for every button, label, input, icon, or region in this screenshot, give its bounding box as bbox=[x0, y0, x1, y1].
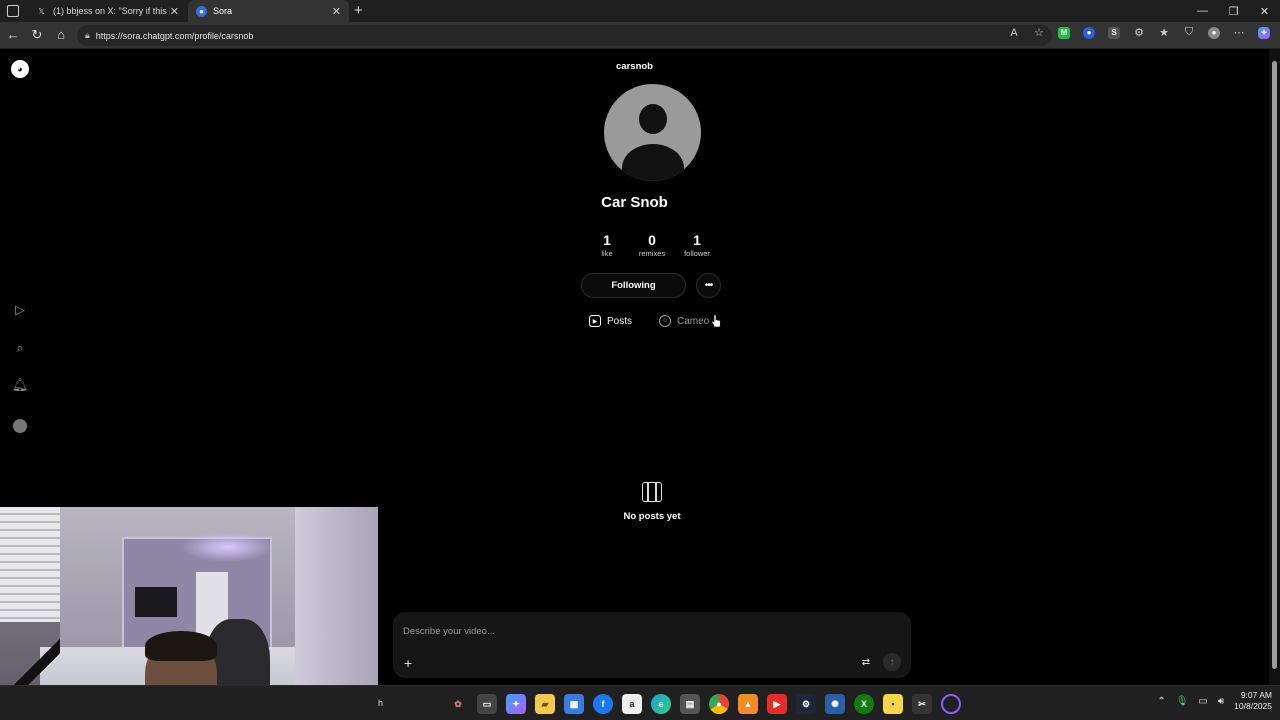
extension-s-icon[interactable]: S bbox=[1108, 26, 1120, 39]
screen: 𝕏 (1) bbjess on X: "Sorry if this is ou … bbox=[0, 0, 1280, 720]
stat-value: 1 bbox=[693, 232, 701, 248]
tab-x-post[interactable]: 𝕏 (1) bbjess on X: "Sorry if this is ou … bbox=[28, 0, 187, 22]
favorite-star-icon[interactable]: ☆ bbox=[1033, 27, 1045, 39]
settings-sliders-icon[interactable]: ⇄ bbox=[858, 654, 874, 670]
home-icon[interactable]: ⌂ bbox=[52, 27, 70, 42]
stat-label: follower bbox=[684, 249, 710, 258]
restore-icon[interactable]: ❐ bbox=[1218, 0, 1249, 22]
url-field[interactable]: 🔒︎ https://sora.chatgpt.com/profile/cars… bbox=[77, 25, 1052, 46]
vlc-icon[interactable]: ▲ bbox=[738, 694, 758, 714]
copilot-taskbar-icon[interactable]: ✦ bbox=[506, 694, 526, 714]
stat-remixes: 0 remixes bbox=[632, 232, 672, 258]
edge-icon[interactable]: e bbox=[651, 694, 671, 714]
add-media-button[interactable]: + bbox=[404, 655, 412, 671]
app-blue-icon[interactable]: ✺ bbox=[825, 694, 845, 714]
sticky-notes-icon[interactable]: ▪ bbox=[883, 694, 903, 714]
stat-value: 0 bbox=[648, 232, 656, 248]
feed-icon[interactable]: ▷ bbox=[12, 302, 28, 318]
sora-icon: ● bbox=[196, 5, 207, 17]
extensions-icon[interactable]: ⚙ bbox=[1133, 27, 1145, 39]
back-icon[interactable]: ← bbox=[4, 27, 22, 42]
file-explorer-icon[interactable]: ▰ bbox=[535, 694, 555, 714]
close-tab-icon[interactable]: ✕ bbox=[170, 5, 179, 18]
system-tray: ⌃ 🎙︎ ▭ 🔊︎ 9:07 AM 10/8/2025 bbox=[1157, 690, 1272, 712]
task-view-icon[interactable]: ▭ bbox=[477, 694, 497, 714]
address-bar-row: ← ↻ ⌂ 🔒︎ https://sora.chatgpt.com/profil… bbox=[0, 22, 1280, 49]
microphone-icon[interactable]: 🎙︎ bbox=[1176, 696, 1189, 707]
clock[interactable]: 9:07 AM 10/8/2025 bbox=[1234, 690, 1272, 712]
film-icon bbox=[642, 482, 662, 502]
profile-display-name: Car Snob bbox=[601, 194, 668, 211]
url-text: https://sora.chatgpt.com/profile/carsnob bbox=[95, 30, 254, 41]
xbox-icon[interactable]: X bbox=[854, 694, 874, 714]
prompt-input[interactable] bbox=[403, 622, 843, 640]
browser-tab-strip: 𝕏 (1) bbjess on X: "Sorry if this is ou … bbox=[0, 0, 1280, 22]
minimize-icon[interactable]: — bbox=[1187, 0, 1218, 22]
close-tab-icon[interactable]: ✕ bbox=[332, 5, 341, 18]
user-avatar-icon[interactable] bbox=[12, 418, 28, 434]
profile-avatar bbox=[604, 84, 701, 181]
more-options-button[interactable]: ••• bbox=[696, 273, 721, 298]
hand-cursor-icon bbox=[711, 314, 721, 328]
video-prompt-composer: + ⇄ ↑ bbox=[393, 612, 911, 678]
taskbar-search-text[interactable]: h bbox=[378, 698, 383, 708]
snipping-tool-icon[interactable]: ✂ bbox=[912, 694, 932, 714]
close-window-icon[interactable]: ✕ bbox=[1249, 0, 1280, 22]
refresh-icon[interactable]: ↻ bbox=[28, 27, 46, 43]
youtube-icon[interactable]: ▶ bbox=[767, 694, 787, 714]
tab-posts[interactable]: ▶ Posts bbox=[589, 313, 632, 329]
cameo-icon: ☺ bbox=[659, 315, 671, 327]
stat-label: like bbox=[601, 249, 613, 258]
display-icon[interactable]: ▭ bbox=[1198, 696, 1207, 707]
bell-icon[interactable]: 🔔︎ bbox=[12, 377, 29, 393]
taskbar-apps: ✿ ▭ ✦ ▰ ▦ f a e ▤ ● ▲ ▶ ⚙ ✺ X ▪ ✂ bbox=[448, 694, 961, 714]
window-controls: — ❐ ✕ bbox=[1187, 0, 1280, 22]
clock-time: 9:07 AM bbox=[1240, 690, 1272, 700]
copilot-icon[interactable]: ✦ bbox=[1258, 26, 1270, 39]
store-icon[interactable]: ▦ bbox=[564, 694, 584, 714]
tab-title: Sora bbox=[213, 6, 233, 16]
stat-label: remixes bbox=[638, 249, 666, 258]
extension-m-icon[interactable]: M bbox=[1058, 26, 1070, 39]
send-button[interactable]: ↑ bbox=[883, 653, 901, 671]
favorites-icon[interactable]: ★ bbox=[1158, 27, 1170, 39]
tab-label: Posts bbox=[607, 315, 633, 327]
new-tab-button[interactable]: + bbox=[354, 2, 363, 19]
chevron-up-icon[interactable]: ⌃ bbox=[1157, 696, 1165, 707]
stat-likes: 1 like bbox=[587, 232, 627, 258]
following-button[interactable]: Following bbox=[581, 273, 686, 298]
profile-avatar-icon[interactable]: ● bbox=[1208, 26, 1220, 39]
tab-actions-icon[interactable] bbox=[7, 5, 19, 17]
toolbar-extensions: A ☆ M ● S ⚙ ★ ⛉ ● ⋯ ✦ bbox=[1008, 22, 1270, 43]
volume-icon[interactable]: 🔊︎ bbox=[1218, 696, 1224, 707]
search-icon[interactable]: ⌕ bbox=[12, 340, 28, 356]
page-scrollbar[interactable] bbox=[1269, 49, 1280, 685]
calculator-icon[interactable]: ▤ bbox=[680, 694, 700, 714]
chrome-icon[interactable]: ● bbox=[709, 694, 729, 714]
x-icon: 𝕏 bbox=[38, 6, 45, 16]
read-aloud-icon[interactable]: A bbox=[1008, 27, 1020, 39]
menu-dots-icon[interactable]: ⋯ bbox=[1233, 27, 1245, 39]
tab-title: (1) bbjess on X: "Sorry if this is ou bbox=[53, 6, 170, 16]
widget-icon[interactable]: ✿ bbox=[448, 694, 468, 714]
windows-taskbar: h ✿ ▭ ✦ ▰ ▦ f a e ▤ ● ▲ ▶ ⚙ ✺ X ▪ ✂ ⌃ 🎙︎… bbox=[0, 685, 1280, 720]
tab-sora[interactable]: ● Sora ✕ bbox=[188, 0, 349, 22]
profile-username: carsnob bbox=[616, 61, 653, 72]
shield-icon[interactable]: ⛉ bbox=[1183, 26, 1195, 39]
amazon-icon[interactable]: a bbox=[622, 694, 642, 714]
cortana-icon[interactable] bbox=[941, 694, 961, 714]
tab-label: Cameo bbox=[677, 315, 710, 327]
lock-icon: 🔒︎ bbox=[85, 30, 90, 40]
stat-value: 1 bbox=[603, 232, 611, 248]
steam-icon[interactable]: ⚙ bbox=[796, 694, 816, 714]
tab-cameo[interactable]: ☺ Cameo bbox=[659, 313, 709, 329]
facebook-icon[interactable]: f bbox=[593, 694, 613, 714]
play-square-icon: ▶ bbox=[589, 315, 601, 327]
clock-date: 10/8/2025 bbox=[1234, 701, 1272, 711]
stat-followers[interactable]: 1 follower bbox=[677, 232, 717, 258]
extension-blue-icon[interactable]: ● bbox=[1083, 26, 1095, 39]
